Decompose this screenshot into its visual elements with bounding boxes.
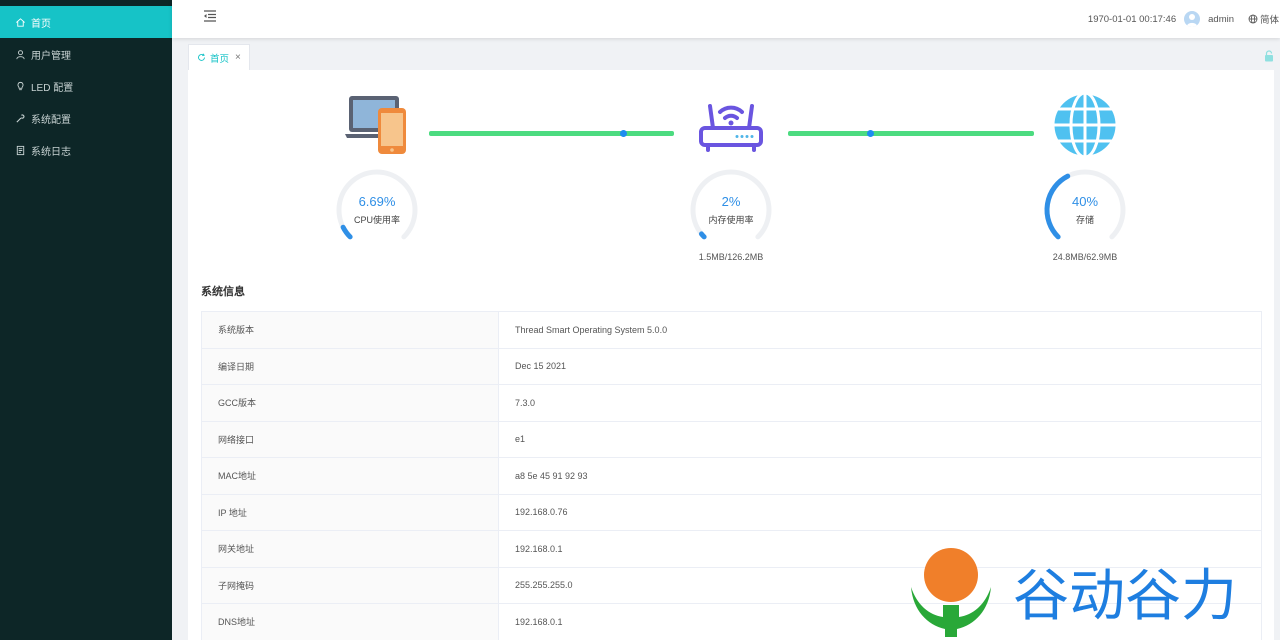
info-value: Dec 15 2021 xyxy=(498,347,1262,385)
tab-home[interactable]: 首页 × xyxy=(188,44,250,70)
cpu-gauge: 6.69% CPU使用率 xyxy=(335,168,419,252)
info-key: MAC地址 xyxy=(201,457,499,495)
sidebar: 首页 用户管理 LED 配置 系统配置 系统日志 xyxy=(0,0,172,640)
info-key: 编译日期 xyxy=(201,347,499,385)
wrench-icon xyxy=(14,112,26,124)
storage-detail: 24.8MB/62.9MB xyxy=(1052,252,1118,262)
lock-icon[interactable] xyxy=(1264,50,1274,62)
cpu-usage-value: 6.69% xyxy=(358,194,396,209)
table-row: 系统版本 Thread Smart Operating System 5.0.0 xyxy=(201,311,1262,349)
avatar[interactable] xyxy=(1184,11,1201,27)
router-icon xyxy=(698,96,764,152)
datetime: 1970-01-01 00:17:46 xyxy=(1087,13,1177,25)
close-icon[interactable]: × xyxy=(235,52,241,63)
storage-usage-value: 40% xyxy=(1071,194,1099,209)
memory-gauge: 2% 内存使用率 xyxy=(689,168,773,252)
table-row: DNS地址 192.168.0.1 xyxy=(201,603,1262,640)
tab-label: 首页 xyxy=(210,53,230,65)
sidebar-item-label: 系统日志 xyxy=(31,146,71,158)
info-key: 网络接口 xyxy=(201,420,499,458)
info-key: 网关地址 xyxy=(201,530,499,568)
info-value: a8 5e 45 91 92 93 xyxy=(498,457,1262,495)
memory-usage-label: 内存使用率 xyxy=(708,215,754,225)
sidebar-item-home[interactable]: 首页 xyxy=(0,6,172,38)
sidebar-item-users[interactable]: 用户管理 xyxy=(0,38,172,70)
info-value: 7.3.0 xyxy=(498,384,1262,422)
storage-gauge: 40% 存储 xyxy=(1043,168,1127,252)
info-value: 192.168.0.1 xyxy=(498,530,1262,568)
client-devices-icon xyxy=(345,94,409,156)
link-client-router xyxy=(429,130,674,137)
info-value: 255.255.255.0 xyxy=(498,566,1262,604)
info-value: 192.168.0.76 xyxy=(498,493,1262,531)
system-info-table: 系统版本 Thread Smart Operating System 5.0.0 … xyxy=(201,311,1262,640)
info-key: 系统版本 xyxy=(201,311,499,349)
info-value: 192.168.0.1 xyxy=(498,603,1262,640)
header-right: 1970-01-01 00:17:46 admin 简体 xyxy=(1088,0,1280,38)
sidebar-item-label: LED 配置 xyxy=(31,82,74,94)
sidebar-item-label: 用户管理 xyxy=(31,50,71,62)
table-row: 子网掩码 255.255.255.0 xyxy=(201,566,1262,604)
log-icon xyxy=(14,144,26,156)
info-key: IP 地址 xyxy=(201,493,499,531)
memory-detail: 1.5MB/126.2MB xyxy=(698,252,764,262)
memory-usage-value: 2% xyxy=(721,194,741,209)
info-value: e1 xyxy=(498,420,1262,458)
info-value: Thread Smart Operating System 5.0.0 xyxy=(498,311,1262,349)
user-icon xyxy=(14,48,26,60)
globe-icon xyxy=(1248,14,1258,24)
link-dot xyxy=(867,130,874,137)
sidebar-item-system-log[interactable]: 系统日志 xyxy=(0,134,172,166)
username[interactable]: admin xyxy=(1208,14,1234,25)
sidebar-item-label: 首页 xyxy=(31,18,51,30)
cpu-usage-label: CPU使用率 xyxy=(353,215,400,225)
link-dot xyxy=(620,130,627,137)
menu-fold-icon[interactable] xyxy=(202,9,218,23)
table-row: MAC地址 a8 5e 45 91 92 93 xyxy=(201,457,1262,495)
link-router-internet xyxy=(788,130,1034,137)
main-content: 6.69% CPU使用率 2% 内存使用率 1.5MB/126.2MB 40% … xyxy=(188,70,1274,640)
system-info-title: 系统信息 xyxy=(201,286,245,298)
language-label: 简体 xyxy=(1260,15,1280,26)
info-key: 子网掩码 xyxy=(201,566,499,604)
sidebar-item-system-config[interactable]: 系统配置 xyxy=(0,102,172,134)
tabs-bar: 首页 × xyxy=(188,44,1280,70)
table-row: 网关地址 192.168.0.1 xyxy=(201,530,1262,568)
info-key: GCC版本 xyxy=(201,384,499,422)
globe-internet-icon xyxy=(1050,90,1120,160)
table-row: IP 地址 192.168.0.76 xyxy=(201,493,1262,531)
language-switcher[interactable]: 简体 xyxy=(1248,12,1280,26)
home-icon xyxy=(14,16,26,28)
table-row: 网络接口 e1 xyxy=(201,420,1262,458)
bulb-icon xyxy=(14,80,26,92)
storage-usage-label: 存储 xyxy=(1075,215,1094,225)
table-row: 编译日期 Dec 15 2021 xyxy=(201,347,1262,385)
info-key: DNS地址 xyxy=(201,603,499,640)
refresh-icon[interactable] xyxy=(197,53,206,62)
sidebar-item-led[interactable]: LED 配置 xyxy=(0,70,172,102)
sidebar-item-label: 系统配置 xyxy=(31,114,71,126)
top-header: 1970-01-01 00:17:46 admin 简体 xyxy=(172,0,1280,38)
table-row: GCC版本 7.3.0 xyxy=(201,384,1262,422)
